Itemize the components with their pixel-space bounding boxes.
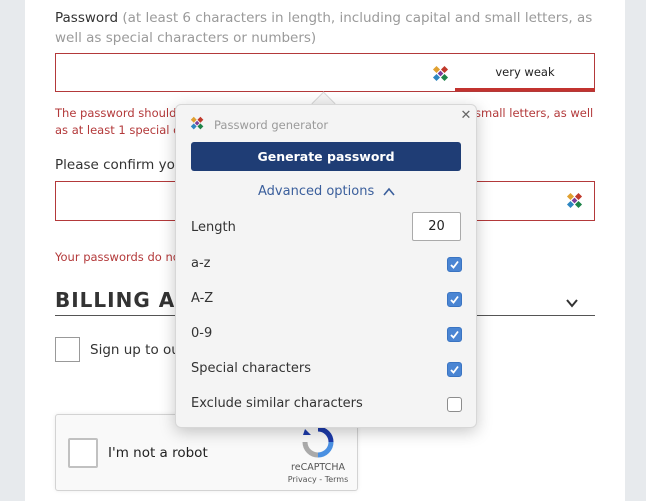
billing-heading: BILLING AD: [55, 288, 193, 312]
recaptcha-logo-icon: [302, 426, 334, 458]
checkmark-icon: [450, 330, 459, 339]
length-input[interactable]: [412, 212, 461, 241]
password-hint: (at least 6 characters in length, includ…: [55, 10, 593, 46]
password-error-right: small letters, as well: [475, 106, 594, 120]
confirm-password-error: Your passwords do no: [55, 250, 180, 264]
option-label-lowercase: a-z: [191, 256, 211, 271]
checkmark-icon: [450, 365, 459, 374]
confirm-password-label: Please confirm you: [55, 157, 184, 173]
recaptcha-brand: reCAPTCHA: [291, 462, 345, 473]
keepass-logo-icon[interactable]: [566, 192, 584, 210]
generate-password-button[interactable]: Generate password: [191, 142, 461, 171]
option-label-special: Special characters: [191, 361, 311, 376]
checkmark-icon: [450, 295, 459, 304]
newsletter-checkbox[interactable]: [55, 337, 80, 362]
password-generator-popup: Password generator ✕ Generate password A…: [175, 104, 477, 428]
chevron-up-icon[interactable]: [383, 187, 395, 197]
option-label-exclude-similar: Exclude similar characters: [191, 396, 363, 411]
close-icon[interactable]: ✕: [459, 108, 473, 123]
checkbox-exclude-similar[interactable]: [447, 397, 462, 412]
keepass-logo-icon: [190, 116, 204, 130]
checkbox-special[interactable]: [447, 362, 462, 377]
popup-title: Password generator: [214, 118, 329, 132]
checkbox-uppercase[interactable]: [447, 292, 462, 307]
newsletter-label: Sign up to ou: [90, 342, 180, 358]
chevron-down-icon[interactable]: [565, 296, 579, 310]
advanced-options-toggle[interactable]: Advanced options: [258, 184, 374, 199]
keepass-logo-icon[interactable]: [432, 65, 450, 83]
option-label-uppercase: A-Z: [191, 291, 214, 306]
password-strength-bar: [455, 88, 595, 91]
recaptcha-label: I'm not a robot: [108, 445, 208, 461]
password-strength-text: very weak: [495, 65, 555, 79]
checkbox-lowercase[interactable]: [447, 257, 462, 272]
password-label: Password (at least 6 characters in lengt…: [55, 8, 595, 48]
checkbox-digits[interactable]: [447, 327, 462, 342]
recaptcha-checkbox[interactable]: [68, 438, 98, 468]
length-label: Length: [191, 220, 236, 235]
password-label-text: Password: [55, 10, 119, 26]
recaptcha-links[interactable]: Privacy - Terms: [274, 475, 362, 484]
checkmark-icon: [450, 260, 459, 269]
option-label-digits: 0-9: [191, 326, 213, 341]
